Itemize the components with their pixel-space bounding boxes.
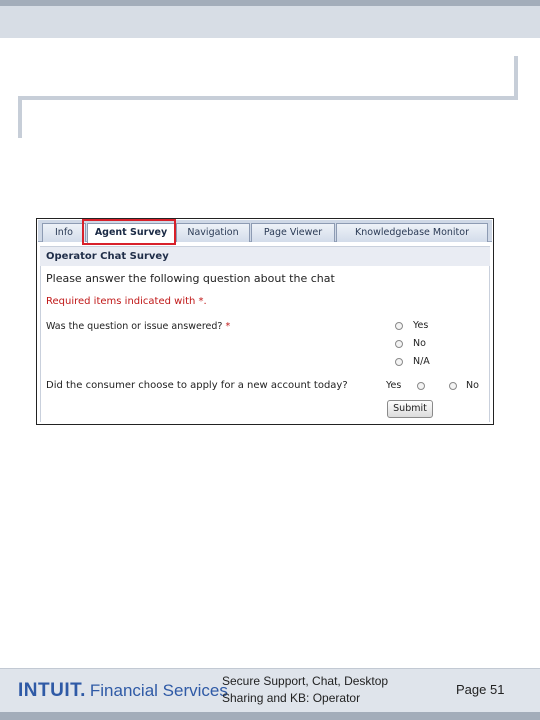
tab-navigation[interactable]: Navigation	[176, 223, 250, 242]
tab-info[interactable]: Info	[42, 223, 86, 242]
required-star: *	[225, 321, 231, 332]
decorative-bracket-right	[514, 56, 518, 100]
intuit-logo: INTUIT. Financial Services	[18, 680, 228, 702]
q2-no-radio[interactable]	[449, 382, 457, 390]
q1-no-label: No	[413, 338, 426, 349]
q2-yes-label: Yes	[386, 380, 402, 391]
question-answered-text: Was the question or issue answered?	[46, 321, 223, 332]
q1-na-radio[interactable]	[395, 358, 403, 366]
decorative-bracket-line	[18, 96, 518, 100]
top-banner	[0, 0, 540, 38]
q2-yes-radio[interactable]	[417, 382, 425, 390]
tab-page-viewer[interactable]: Page Viewer	[251, 223, 335, 242]
page-number: Page 51	[456, 682, 505, 697]
logo-brand: INTUIT.	[18, 680, 86, 701]
question-new-account-label: Did the consumer choose to apply for a n…	[46, 380, 348, 391]
q1-yes-radio[interactable]	[395, 322, 403, 330]
question-answered-label: Was the question or issue answered? *	[46, 321, 230, 332]
logo-tagline: Financial Services	[89, 681, 228, 700]
required-note: Required items indicated with *.	[46, 296, 207, 307]
submit-button[interactable]: Submit	[387, 400, 433, 418]
tab-agent-survey[interactable]: Agent Survey	[87, 223, 175, 243]
q1-no-radio[interactable]	[395, 340, 403, 348]
survey-title: Operator Chat Survey	[40, 246, 490, 266]
q1-yes-label: Yes	[413, 320, 429, 331]
survey-instructions: Please answer the following question abo…	[46, 272, 335, 285]
footer-bottom-bar	[0, 712, 540, 720]
tab-strip: Info Agent Survey Navigation Page Viewer…	[38, 220, 492, 243]
survey-body: Please answer the following question abo…	[40, 266, 490, 422]
q2-no-label: No	[466, 380, 479, 391]
q1-na-label: N/A	[413, 356, 430, 367]
tab-knowledgebase-monitor[interactable]: Knowledgebase Monitor	[336, 223, 488, 242]
decorative-bracket-left	[18, 96, 22, 138]
survey-screenshot: Info Agent Survey Navigation Page Viewer…	[36, 218, 494, 425]
document-title: Secure Support, Chat, Desktop Sharing an…	[222, 674, 389, 705]
